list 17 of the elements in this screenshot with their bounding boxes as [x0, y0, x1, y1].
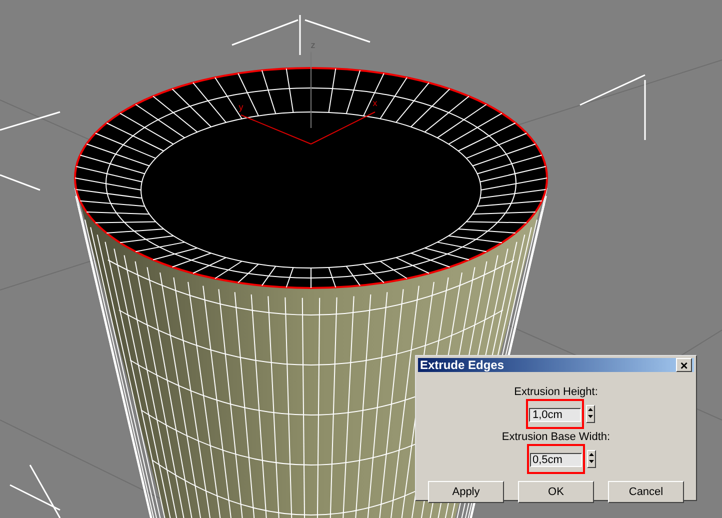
value-field[interactable]: 0,5cm — [526, 444, 584, 474]
dialog-button[interactable]: Cancel — [608, 481, 684, 503]
dialog-title: Extrude Edges — [420, 359, 504, 371]
value-field[interactable]: 1,0cm — [526, 399, 584, 429]
spinner-arrows[interactable] — [586, 450, 596, 468]
close-button[interactable]: × — [676, 358, 692, 372]
field-label: Extrusion Height: — [514, 386, 598, 399]
dialog-button[interactable]: Apply — [428, 481, 504, 503]
down-arrow-icon — [588, 458, 594, 465]
axis-label: x — [372, 98, 378, 108]
up-arrow-icon — [588, 451, 594, 458]
spinner-arrows[interactable] — [586, 405, 596, 423]
axis-label: y — [238, 102, 244, 112]
down-arrow-icon — [587, 413, 594, 420]
dialog-button[interactable]: OK — [518, 481, 594, 503]
field-label: Extrusion Base Width: — [502, 431, 610, 444]
up-arrow-icon — [587, 406, 594, 413]
